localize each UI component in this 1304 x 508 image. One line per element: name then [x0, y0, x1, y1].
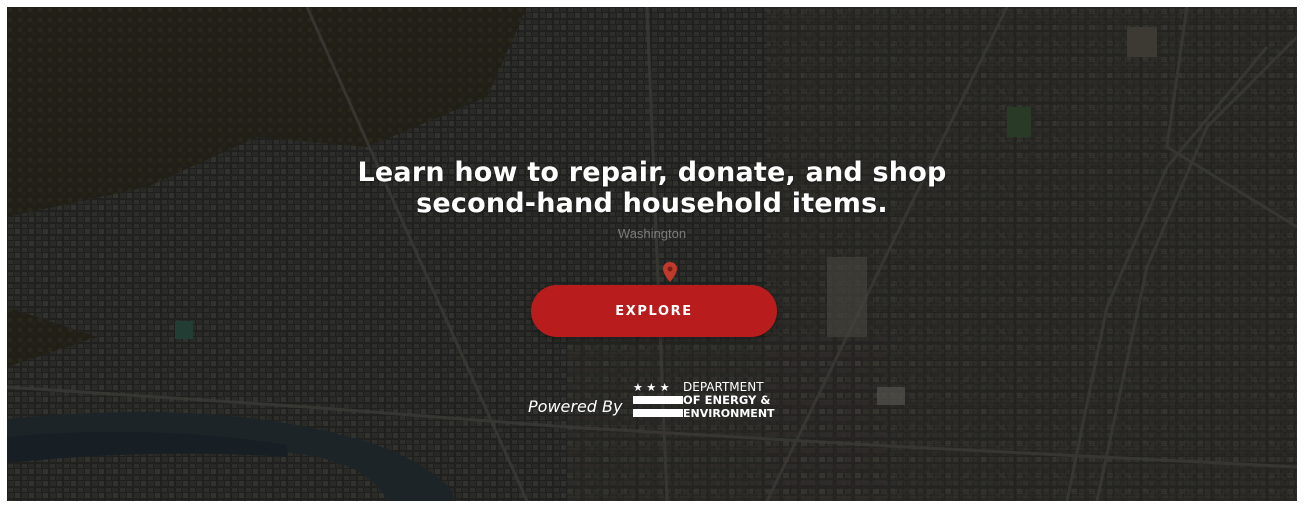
powered-by-label: Powered By: [528, 397, 623, 416]
logo-line2: OF ENERGY &: [683, 393, 770, 407]
logo-line1: DEPARTMENT: [683, 380, 764, 394]
explore-button[interactable]: EXPLORE: [531, 285, 777, 337]
hero-headline-line2: second-hand household items.: [416, 188, 888, 219]
hero-headline-line1: Learn how to repair, donate, and shop: [357, 157, 947, 188]
hero-headline: Learn how to repair, donate, and shop se…: [7, 157, 1297, 219]
logo-line3: ENVIRONMENT: [683, 407, 775, 420]
map-pin-icon: [663, 262, 677, 282]
hero-banner: Learn how to repair, donate, and shop se…: [7, 7, 1297, 501]
dc-flag-icon: ★ ★ ★: [633, 381, 683, 417]
logo-stars: ★ ★ ★: [633, 381, 670, 394]
dark-overlay: [7, 7, 1297, 501]
doee-logo[interactable]: ★ ★ ★ DEPARTMENT OF ENERGY & ENVIRONMENT: [631, 379, 781, 423]
map-place-label: Washington: [617, 226, 687, 241]
